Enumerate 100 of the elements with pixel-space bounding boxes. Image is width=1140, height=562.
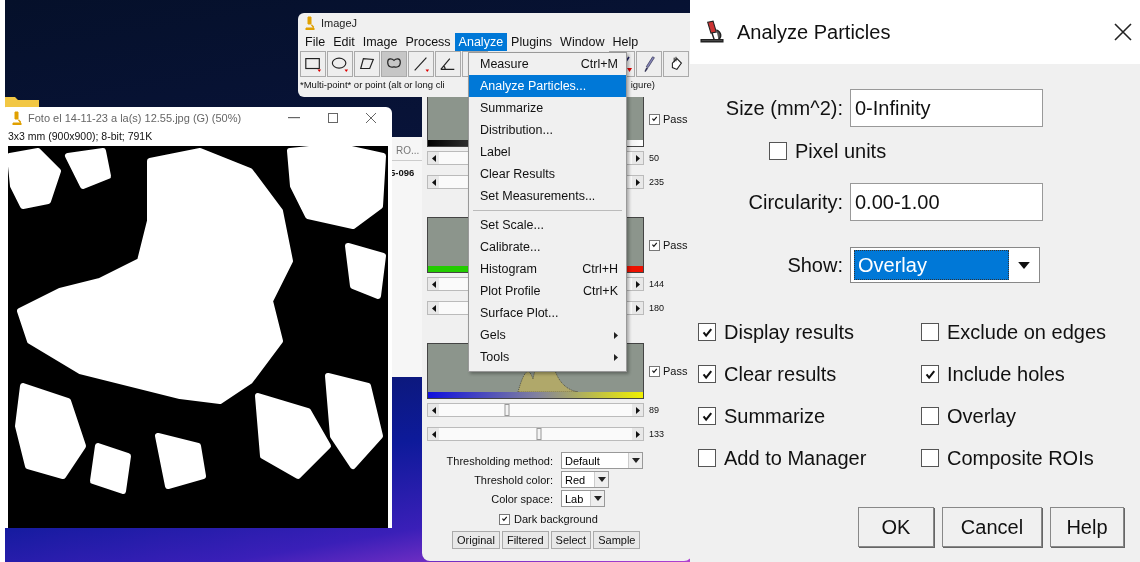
polygon-tool-button[interactable]	[354, 51, 380, 77]
field-label: Size (mm^2):	[724, 96, 843, 120]
option-checkbox[interactable]	[921, 323, 939, 341]
slider-value: 180	[649, 303, 666, 313]
dialog-button[interactable]: OK	[858, 507, 934, 547]
rectangle-tool-button[interactable]	[300, 51, 326, 77]
rectangle-icon	[304, 55, 322, 73]
scroll-right-arrow-icon[interactable]	[635, 154, 640, 162]
dark-background-checkbox[interactable]	[499, 513, 510, 525]
menu-item[interactable]: Summarize	[469, 97, 626, 119]
menu-item[interactable]: Analyze	[454, 33, 508, 51]
menu-item[interactable]: Help	[608, 33, 643, 51]
threshold-slider[interactable]	[427, 427, 644, 441]
scroll-right-arrow-icon[interactable]	[635, 178, 640, 186]
threshold-action-button[interactable]: Sample	[593, 531, 641, 549]
menu-item[interactable]: Distribution...	[469, 119, 626, 141]
scroll-left-arrow-icon[interactable]	[431, 406, 436, 414]
brush-tool-button[interactable]	[636, 51, 662, 77]
scroll-left-arrow-icon[interactable]	[431, 280, 436, 288]
close-icon[interactable]	[1114, 23, 1132, 41]
show-dropdown[interactable]: Overlay	[850, 247, 1040, 283]
menu-item[interactable]: Calibrate...	[469, 236, 626, 258]
menu-item[interactable]: Set Measurements...	[469, 185, 626, 207]
image-info: 3x3 mm (900x900); 8-bit; 791K	[7, 129, 154, 144]
checkbox-label: Summarize	[724, 404, 826, 428]
menu-item[interactable]: Label	[469, 141, 626, 163]
dropdown-arrow-icon	[1018, 261, 1030, 269]
menu-item[interactable]: File	[301, 33, 330, 51]
menu-item[interactable]: Measure Ctrl+M	[469, 53, 626, 75]
menu-item[interactable]: Analyze Particles...	[469, 75, 626, 97]
minimize-icon[interactable]	[288, 117, 300, 119]
checkmark-icon	[650, 367, 659, 375]
field-label: Color space:	[490, 492, 553, 505]
dropdown[interactable]: Red	[561, 471, 609, 488]
option-checkbox[interactable]	[921, 365, 939, 383]
pixel-units-checkbox[interactable]	[769, 142, 787, 160]
option-checkbox[interactable]	[698, 323, 716, 341]
angle-tool-button[interactable]	[435, 51, 461, 77]
dialog-button[interactable]: Help	[1050, 507, 1124, 547]
threshold-action-button[interactable]: Original	[452, 531, 500, 549]
scroll-right-arrow-icon[interactable]	[635, 280, 640, 288]
threshold-slider[interactable]	[427, 403, 644, 417]
threshold-action-button[interactable]: Select	[550, 531, 592, 549]
menu-item[interactable]: Window	[556, 33, 609, 51]
microscope-icon	[12, 111, 22, 125]
maximize-icon[interactable]	[328, 113, 338, 123]
pass-label: Pass	[663, 113, 688, 125]
freehand-tool-button[interactable]	[381, 51, 407, 77]
line-tool-button[interactable]	[408, 51, 434, 77]
checkbox-label: Dark background	[514, 513, 598, 525]
status-text: *Multi-point* or point (alt or long cli	[300, 78, 445, 90]
pass-checkbox[interactable]	[649, 239, 660, 251]
dropper-tool-button[interactable]	[663, 51, 689, 77]
menu-item[interactable]: Surface Plot...	[469, 302, 626, 324]
menu-item[interactable]: Set Scale...	[469, 214, 626, 236]
pass-label: Pass	[663, 239, 688, 251]
scroll-left-arrow-icon[interactable]	[431, 154, 436, 162]
dialog-title: Analyze Particles	[737, 20, 891, 44]
circularity-input-field[interactable]: 0.00-1.00	[850, 183, 1043, 221]
scroll-left-arrow-icon[interactable]	[431, 430, 436, 438]
checkbox-label: Pixel units	[795, 139, 887, 163]
pass-checkbox[interactable]	[649, 113, 660, 125]
menu-item[interactable]: Histogram Ctrl+H	[469, 258, 626, 280]
menu-item[interactable]: Clear Results	[469, 163, 626, 185]
scroll-right-arrow-icon[interactable]	[635, 304, 640, 312]
menu-item[interactable]: Plot Profile Ctrl+K	[469, 280, 626, 302]
scroll-left-arrow-icon[interactable]	[431, 178, 436, 186]
menu-item[interactable]: Plugins	[507, 33, 557, 51]
option-checkbox[interactable]	[698, 449, 716, 467]
oval-tool-button[interactable]	[327, 51, 353, 77]
size-input-field[interactable]: 0-Infinity	[850, 89, 1043, 127]
field-label: Thresholding method:	[445, 454, 553, 467]
dialog-button[interactable]: Cancel	[942, 507, 1042, 547]
menu-item[interactable]: Process	[401, 33, 455, 51]
slider-value: 235	[649, 177, 666, 187]
checkmark-icon	[650, 241, 659, 249]
menu-item[interactable]: Edit	[329, 33, 359, 51]
dropdown-arrow-icon	[593, 496, 602, 501]
scroll-left-arrow-icon[interactable]	[431, 304, 436, 312]
checkbox-label: Overlay	[947, 404, 1016, 428]
field-label: Show:	[786, 253, 843, 277]
checkbox-label: Clear results	[724, 362, 837, 386]
threshold-action-button[interactable]: Filtered	[501, 531, 549, 549]
menu-item[interactable]: Tools	[469, 346, 626, 368]
option-checkbox[interactable]	[921, 449, 939, 467]
dropdown[interactable]: Default	[561, 452, 643, 469]
option-checkbox[interactable]	[921, 407, 939, 425]
option-checkbox[interactable]	[698, 365, 716, 383]
submenu-arrow-icon	[614, 353, 618, 361]
option-checkbox[interactable]	[698, 407, 716, 425]
menu-item[interactable]: Image	[358, 33, 402, 51]
menu-item[interactable]: Gels	[469, 324, 626, 346]
pass-checkbox[interactable]	[649, 365, 660, 377]
microscope-icon	[305, 16, 315, 30]
checkbox-label: Composite ROIs	[947, 446, 1094, 470]
checkmark-icon	[650, 115, 659, 123]
dropdown[interactable]: Lab	[561, 490, 605, 507]
scroll-right-arrow-icon[interactable]	[635, 406, 640, 414]
scroll-right-arrow-icon[interactable]	[635, 430, 640, 438]
slider-value: 133	[649, 429, 666, 439]
